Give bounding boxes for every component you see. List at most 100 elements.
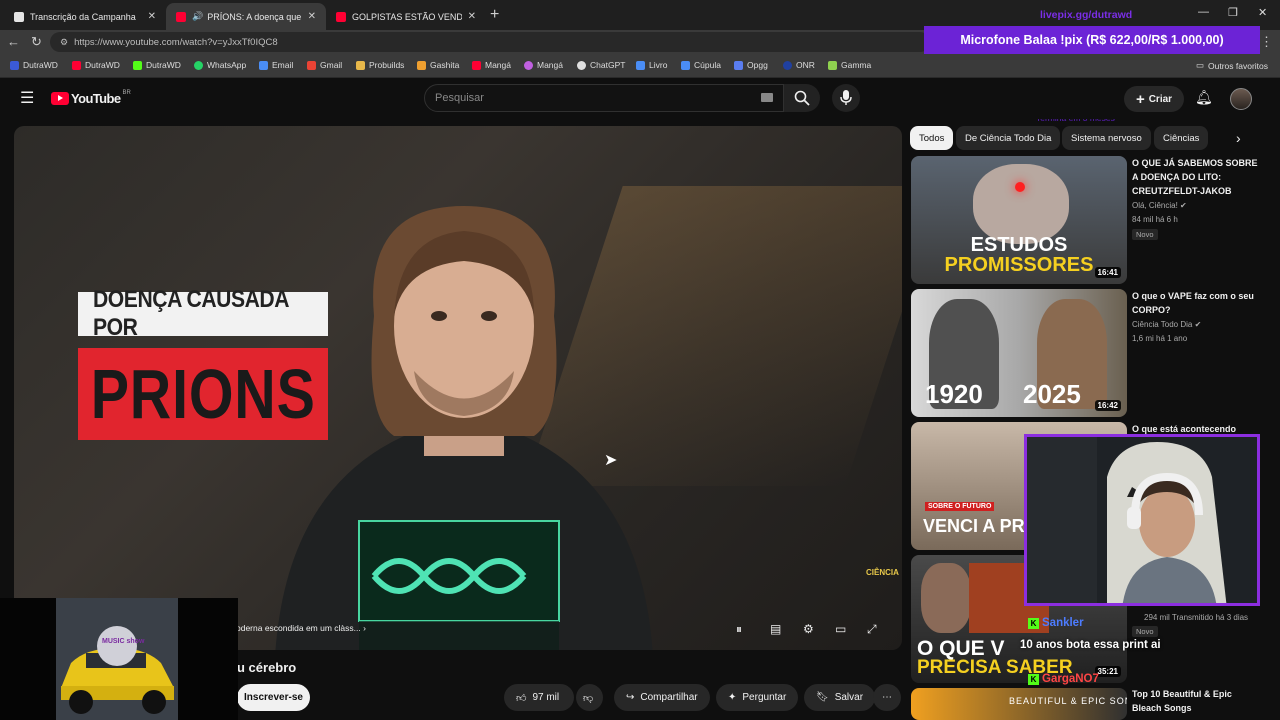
more-actions-button[interactable]: ⋯ (873, 684, 901, 711)
manga-icon (524, 60, 533, 70)
close-icon[interactable]: ✕ (308, 11, 316, 22)
thumbs-down-icon: 👎︎ (583, 692, 594, 704)
youtube-icon (472, 60, 481, 70)
settings-gear-icon[interactable]: ⚙ (803, 622, 814, 636)
donation-link: livepix.gg/dutrawd (1040, 9, 1133, 21)
ask-button[interactable]: ✦ Perguntar (716, 684, 799, 711)
avatar[interactable] (1230, 88, 1252, 110)
docs-icon (681, 60, 690, 70)
bell-icon[interactable]: 🔔︎ (1195, 89, 1213, 106)
chip-nervous-system[interactable]: Sistema nervoso (1062, 126, 1151, 150)
speaker-icon[interactable]: 🔊 (192, 11, 203, 22)
chip-channel[interactable]: De Ciência Todo Dia (956, 126, 1061, 150)
gamma-icon (828, 60, 837, 70)
bookmark-item[interactable]: Livro (636, 60, 667, 70)
save-button[interactable]: 🔖︎ Salvar (804, 684, 876, 711)
bookmark-item[interactable]: ONR (783, 60, 815, 70)
thumb-text-1: 1920 (925, 379, 983, 409)
back-icon[interactable]: ← (7, 34, 20, 49)
share-button[interactable]: ↪ Compartilhar (614, 684, 710, 711)
bookmark-item[interactable]: DutraWD (72, 60, 120, 70)
bookmark-item[interactable]: Mangá (472, 60, 511, 70)
search-button[interactable] (784, 84, 820, 112)
youtube-wordmark: YouTube (71, 91, 121, 106)
chip-sciences[interactable]: Ciências (1154, 126, 1209, 150)
thumb-text-1: BEAUTIFUL & EPIC SONGS (1009, 696, 1127, 706)
bookmark-item[interactable]: Probuilds (356, 60, 404, 70)
fullscreen-icon[interactable]: ⤢ (867, 622, 877, 637)
related-video-channel: Olá, Ciência! ✔ (1132, 201, 1187, 210)
minimize-icon[interactable]: — (1198, 6, 1209, 18)
video-title: u cérebro (237, 660, 297, 675)
restore-icon[interactable]: ❐ (1228, 6, 1238, 19)
subtitles-icon[interactable]: ▤ (770, 622, 781, 636)
bookmark-item[interactable]: DutraWD (10, 60, 58, 70)
bookmark-item[interactable]: Cúpula (681, 60, 721, 70)
menu-icon[interactable]: ⋮ (1260, 34, 1273, 50)
close-window-icon[interactable]: ✕ (1258, 6, 1267, 19)
sparkle-icon: ✦ (728, 692, 737, 703)
browser-tab-3[interactable]: GOLPISTAS ESTÃO VENDENDO FI ✕ (326, 3, 486, 30)
youtube-header: ☰ YouTube BR Pesquisar + Criar 🔔︎ (0, 79, 1280, 119)
bookmark-item[interactable]: ChatGPT (577, 60, 625, 70)
region-code: BR (122, 89, 131, 96)
folder-icon: ▭ (1196, 60, 1205, 70)
video-player[interactable]: DOENÇA CAUSADA POR PRIONS CIÊNCIA ➤ oder… (14, 126, 902, 650)
dislike-button[interactable]: 👎︎ (576, 684, 603, 711)
chip-all[interactable]: Todos (910, 126, 954, 150)
reload-icon[interactable]: ↻ (31, 34, 42, 50)
share-icon: ↪ (626, 692, 635, 703)
search-placeholder: Pesquisar (435, 92, 484, 104)
video-duration: 16:42 (1094, 400, 1121, 411)
chapter-title[interactable]: oderna escondida em um clàss... › (236, 623, 366, 633)
close-icon[interactable]: ✕ (468, 11, 476, 22)
thumb-text-1: SOBRE O FUTURO (925, 502, 995, 511)
related-video-title[interactable]: O que o VAPE faz com o seu CORPO? (1132, 289, 1262, 317)
hamburger-menu-icon[interactable]: ☰ (20, 88, 34, 108)
autoplay-toggle-icon[interactable]: ⏸ (736, 622, 742, 637)
thumb-text-2: 2025 (1023, 379, 1081, 409)
site-info-icon[interactable]: ⚙ (60, 37, 68, 48)
related-video-title[interactable]: Top 10 Beautiful & Epic Bleach Songs (1132, 687, 1262, 715)
search-input[interactable]: Pesquisar (424, 84, 784, 112)
close-icon[interactable]: ✕ (148, 11, 156, 22)
car-image (56, 598, 178, 720)
bookmark-item[interactable]: Gmail (307, 60, 342, 70)
face-left (921, 563, 971, 633)
donation-goal-text: Microfone Balaa !pix (R$ 622,00/R$ 1.000… (960, 33, 1224, 47)
related-video-title[interactable]: O QUE JÁ SABEMOS SOBRE A DOENÇA DO LITO:… (1132, 156, 1262, 198)
related-video-thumbnail[interactable]: BEAUTIFUL & EPIC SONGS (911, 688, 1127, 720)
browser-tab-1[interactable]: Transcrição da Campanha ✕ (4, 3, 166, 30)
chevron-right-icon[interactable]: › (1236, 130, 1241, 146)
tab-label: GOLPISTAS ESTÃO VENDENDO FI (352, 11, 462, 22)
bookmark-item[interactable]: Gamma (828, 60, 871, 70)
address-bar[interactable]: ⚙ https://www.youtube.com/watch?v=yJxxTf… (50, 32, 930, 52)
like-button[interactable]: 👍︎ 97 mil (504, 684, 574, 711)
subscribe-button[interactable]: Inscrever-se (237, 684, 310, 711)
new-tab-icon[interactable]: + (490, 6, 499, 24)
tab-label: PRÍONS: A doença que DERR (207, 11, 302, 22)
bookmark-item[interactable]: DutraWD (133, 60, 181, 70)
bookmark-item[interactable]: Gashita (417, 60, 459, 70)
album-art: MUSIC show (56, 598, 178, 720)
video-duration: 16:41 (1094, 267, 1121, 278)
related-video-thumbnail[interactable]: 1920 2025 16:42 (911, 289, 1127, 417)
other-bookmarks[interactable]: ▭ Outros favoritos (1196, 60, 1268, 71)
bookmark-item[interactable]: Mangá (524, 60, 563, 70)
browser-tab-2[interactable]: 🔊 PRÍONS: A doença que DERR ✕ (166, 3, 326, 30)
bookmark-item[interactable]: WhatsApp (194, 60, 246, 70)
docs-icon (636, 60, 645, 70)
kick-icon: K (1028, 617, 1039, 629)
theater-mode-icon[interactable]: ▭ (835, 622, 846, 636)
bookmark-item[interactable]: Email (259, 60, 293, 70)
bookmark-item[interactable]: Opgg (734, 60, 768, 70)
related-video-thumbnail[interactable]: ESTUDOS PROMISSORES 16:41 (911, 156, 1127, 284)
create-button[interactable]: + Criar (1124, 86, 1184, 112)
voice-search-button[interactable] (832, 84, 860, 112)
search-icon (794, 90, 810, 106)
keyboard-icon[interactable] (761, 93, 773, 102)
music-show-logo: MUSIC show (102, 638, 145, 645)
gashita-icon (417, 60, 426, 70)
youtube-logo[interactable]: YouTube BR (51, 89, 131, 106)
probuilds-icon (356, 60, 365, 70)
